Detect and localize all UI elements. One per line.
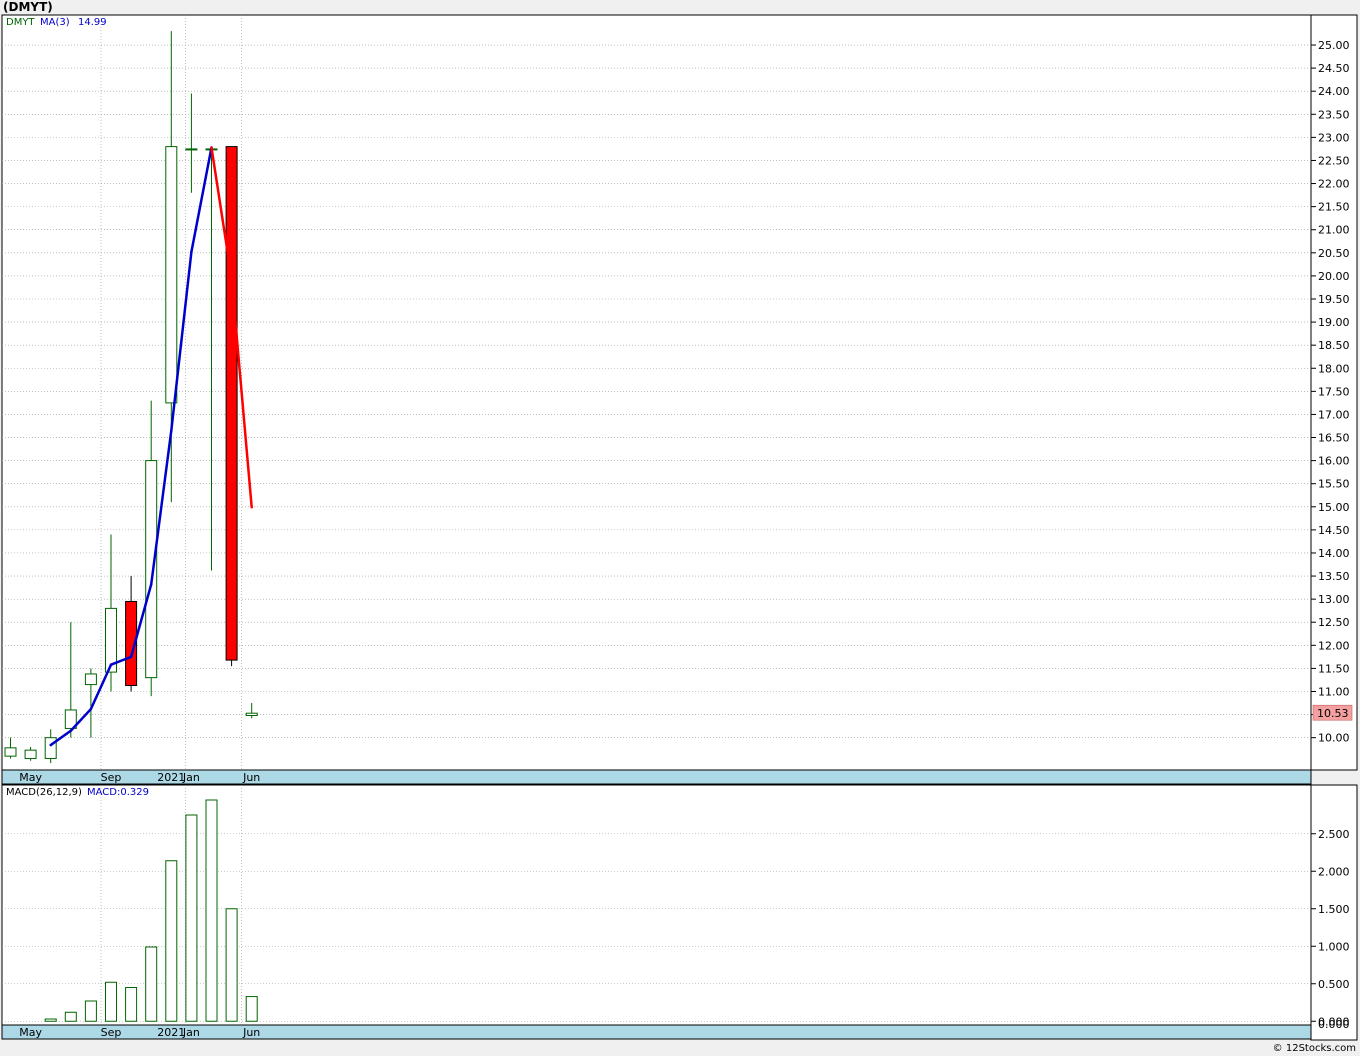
macd-tick-label: 1.000: [1318, 940, 1350, 953]
macd-bar: [185, 814, 198, 1022]
macd-bar: [84, 1000, 97, 1022]
x-axis-label: Jun: [242, 771, 260, 784]
candle-body: [24, 749, 37, 759]
x-axis-label: Jan: [182, 771, 200, 784]
macd-bar: [225, 908, 238, 1022]
macd-tick-label: 0.000: [1318, 1018, 1350, 1031]
price-tick-label: 20.50: [1318, 247, 1350, 260]
price-tick-label: 21.50: [1318, 201, 1350, 214]
macd-tick-label: 2.000: [1318, 865, 1350, 878]
macd-legend-value: MACD:0.329: [87, 787, 149, 798]
macd-bar: [64, 1011, 77, 1022]
candle-body: [185, 148, 198, 151]
price-tick-label: 19.50: [1318, 293, 1350, 306]
price-tick-label: 17.00: [1318, 408, 1350, 421]
stock-chart: 10.0010.5011.0011.5012.0012.5013.0013.50…: [1, 14, 1358, 1041]
candle-body: [165, 146, 178, 404]
ticker-title: (DMYT): [3, 0, 53, 14]
price-tick-label: 24.50: [1318, 62, 1350, 75]
price-tick-label: 25.00: [1318, 39, 1350, 52]
price-tick-label: 14.00: [1318, 547, 1350, 560]
x-axis-label: May: [19, 771, 42, 784]
price-tick-label: 17.50: [1318, 385, 1350, 398]
x-axis-label: 2021: [157, 1026, 185, 1039]
legend-ma-label: MA(3): [40, 17, 70, 28]
x-axis-label: 2021: [157, 771, 185, 784]
candle-body: [225, 146, 238, 661]
macd-bar: [44, 1018, 57, 1022]
footer-credit: © 12Stocks.com: [1272, 1043, 1356, 1054]
macd-plot-area: [1, 784, 1312, 1026]
price-tick-label: 16.50: [1318, 432, 1350, 445]
candle-body: [84, 673, 97, 686]
candle-body: [145, 460, 158, 679]
candle-body: [4, 747, 17, 757]
price-tick-label: 16.00: [1318, 455, 1350, 468]
macd-tick-label: 0.500: [1318, 978, 1350, 991]
macd-bar: [105, 981, 117, 1022]
macd-tick-label: 1.500: [1318, 903, 1350, 916]
price-tick-label: 22.50: [1318, 154, 1350, 167]
price-tick-label: 15.50: [1318, 478, 1350, 491]
macd-bar: [125, 987, 138, 1022]
price-tick-label: 11.00: [1318, 685, 1350, 698]
macd-legend-label: MACD(26,12,9): [6, 787, 82, 798]
price-tick-label: 13.50: [1318, 570, 1350, 583]
macd-tick-label: 2.500: [1318, 828, 1350, 841]
price-tick-label: 10.00: [1318, 732, 1350, 745]
x-axis-label: Jan: [182, 1026, 200, 1039]
price-tick-label: 14.50: [1318, 524, 1350, 537]
price-plot-area: [1, 14, 1312, 771]
last-price-tag: 10.53: [1312, 704, 1353, 721]
price-tick-label: 15.00: [1318, 501, 1350, 514]
price-tick-label: 23.50: [1318, 108, 1350, 121]
x-axis-label: Sep: [101, 1026, 122, 1039]
macd-bar: [165, 860, 178, 1022]
macd-bar: [245, 996, 258, 1022]
x-axis-label: May: [19, 1026, 42, 1039]
price-tick-label: 13.00: [1318, 593, 1350, 606]
price-tick-label: 21.00: [1318, 224, 1350, 237]
price-tick-label: 12.00: [1318, 639, 1350, 652]
price-tick-label: 18.50: [1318, 339, 1350, 352]
price-tick-label: 18.00: [1318, 362, 1350, 375]
price-tick-label: 12.50: [1318, 616, 1350, 629]
macd-bar: [145, 946, 158, 1022]
price-tick-label: 23.00: [1318, 131, 1350, 144]
x-axis-label: Jun: [242, 1026, 260, 1039]
candle-body: [245, 712, 258, 717]
price-tick-label: 22.00: [1318, 178, 1350, 191]
macd-bar: [205, 799, 218, 1022]
price-tick-label: 20.00: [1318, 270, 1350, 283]
legend-ma-value: 14.99: [78, 17, 107, 28]
x-axis-label: Sep: [101, 771, 122, 784]
legend-symbol: DMYT: [6, 17, 35, 28]
price-tick-label: 19.00: [1318, 316, 1350, 329]
price-tick-label: 11.50: [1318, 662, 1350, 675]
price-tag-label: 10.53: [1317, 707, 1349, 720]
price-tick-label: 24.00: [1318, 85, 1350, 98]
